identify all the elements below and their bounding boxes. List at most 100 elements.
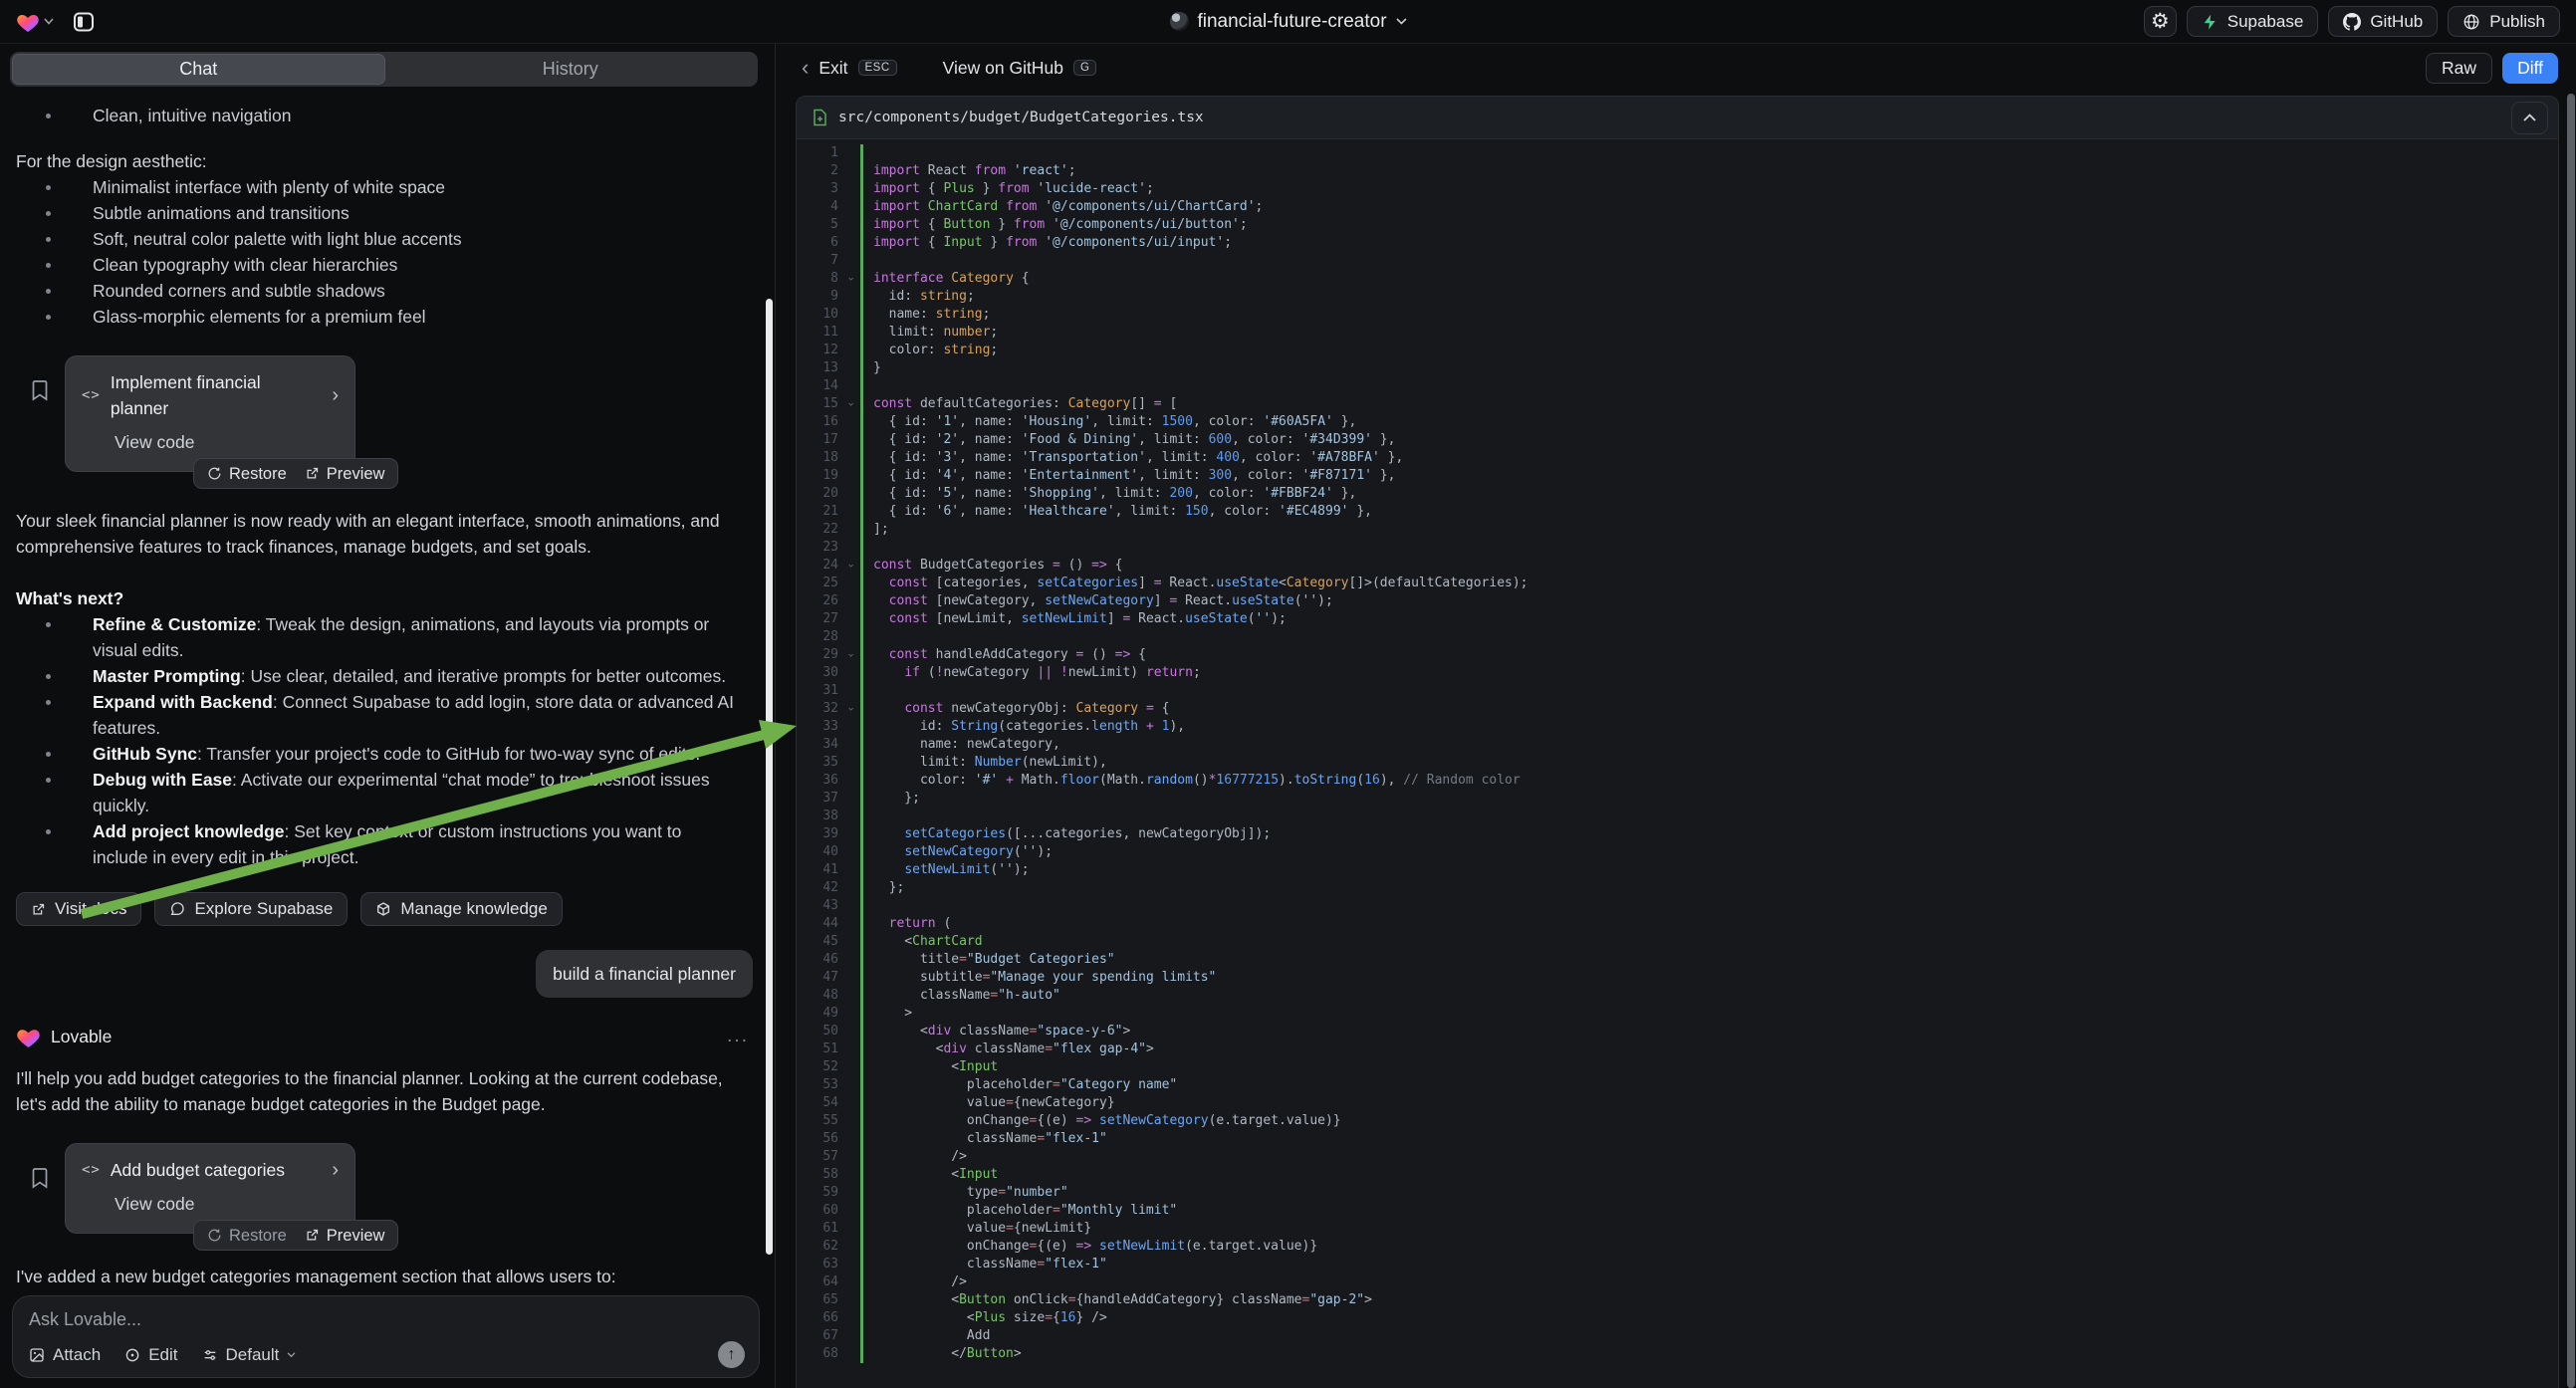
list-item: Debug with Ease: Activate our experiment… bbox=[16, 767, 741, 818]
code-line: 22]; bbox=[797, 521, 2558, 539]
publish-button[interactable]: Publish bbox=[2448, 6, 2560, 37]
edit-card-implement-financial-planner[interactable]: <> Implement financial planner › View co… bbox=[65, 355, 355, 472]
code-line: 68 </Button> bbox=[797, 1345, 2558, 1363]
code-panel: ‹ Exit ESC View on GitHub G Raw Diff src… bbox=[776, 44, 2576, 1388]
collapse-file-button[interactable] bbox=[2511, 102, 2548, 134]
code-toolbar: ‹ Exit ESC View on GitHub G Raw Diff bbox=[776, 44, 2576, 92]
chevron-down-icon bbox=[44, 18, 54, 25]
whats-next-list: Refine & Customize: Tweak the design, an… bbox=[16, 611, 757, 870]
fold-chevron-icon[interactable]: › bbox=[842, 706, 860, 713]
list-item: Expand with Backend: Connect Supabase to… bbox=[16, 689, 741, 741]
list-item: Add project knowledge: Set key context o… bbox=[16, 818, 741, 870]
chat-history-tabs: Chat History bbox=[10, 52, 758, 87]
code-line: 54 value={newCategory} bbox=[797, 1094, 2558, 1112]
file-header[interactable]: src/components/budget/BudgetCategories.t… bbox=[797, 97, 2558, 139]
code-line: 11 limit: number; bbox=[797, 324, 2558, 342]
fold-chevron-icon[interactable]: › bbox=[842, 276, 860, 283]
edit-card-title: Add budget categories bbox=[111, 1157, 285, 1183]
code-line: 20 { id: '5', name: 'Shopping', limit: 2… bbox=[797, 485, 2558, 503]
code-line: 28 bbox=[797, 628, 2558, 646]
chevron-down-icon bbox=[1396, 18, 1407, 25]
list-item: Clean, intuitive navigation bbox=[16, 103, 753, 128]
more-options-icon[interactable]: ... bbox=[727, 1024, 749, 1049]
code-line: 30 if (!newCategory || !newLimit) return… bbox=[797, 664, 2558, 682]
exit-button[interactable]: Exit bbox=[819, 58, 847, 79]
fold-chevron-icon[interactable]: › bbox=[842, 652, 860, 659]
code-icon: <> bbox=[82, 382, 101, 408]
fold-chevron-icon[interactable]: › bbox=[842, 563, 860, 570]
manage-knowledge-button[interactable]: Manage knowledge bbox=[360, 892, 562, 926]
project-avatar bbox=[1169, 12, 1188, 31]
tab-chat[interactable]: Chat bbox=[12, 54, 385, 85]
code-line: 19 { id: '4', name: 'Entertainment', lim… bbox=[797, 467, 2558, 485]
github-button[interactable]: GitHub bbox=[2328, 6, 2438, 37]
code-line: 45 <ChartCard bbox=[797, 933, 2558, 951]
code-line: 15›const defaultCategories: Category[] =… bbox=[797, 395, 2558, 413]
bookmark-icon[interactable] bbox=[30, 379, 50, 472]
code-line: 48 className="h-auto" bbox=[797, 987, 2558, 1005]
chat-scrollbar[interactable] bbox=[766, 299, 773, 1255]
send-button[interactable]: ↑ bbox=[718, 1341, 745, 1368]
code-line: 60 placeholder="Monthly limit" bbox=[797, 1202, 2558, 1220]
esc-kbd-badge: ESC bbox=[858, 60, 897, 76]
code-line: 42 }; bbox=[797, 879, 2558, 897]
code-line: 39 setCategories([...categories, newCate… bbox=[797, 825, 2558, 843]
sliders-icon bbox=[202, 1347, 218, 1363]
code-line: 57 /> bbox=[797, 1148, 2558, 1166]
file-path: src/components/budget/BudgetCategories.t… bbox=[838, 110, 1204, 125]
panel-layout-icon bbox=[73, 11, 95, 33]
code-line: 47 subtitle="Manage your spending limits… bbox=[797, 969, 2558, 987]
chevron-left-icon: ‹ bbox=[802, 57, 809, 79]
code-line: 18 { id: '3', name: 'Transportation', li… bbox=[797, 449, 2558, 467]
code-line: 34 name: newCategory, bbox=[797, 736, 2558, 754]
code-line: 49 > bbox=[797, 1005, 2558, 1023]
code-line: 2import React from 'react'; bbox=[797, 162, 2558, 180]
code-line: 56 className="flex-1" bbox=[797, 1130, 2558, 1148]
project-switcher[interactable]: financial-future-creator bbox=[1169, 0, 1406, 43]
edit-card-title: Implement financial planner bbox=[111, 369, 312, 421]
model-selector[interactable]: Default bbox=[202, 1345, 297, 1365]
edit-card-add-budget-categories[interactable]: <> Add budget categories › View code Res… bbox=[65, 1143, 355, 1234]
code-scrollbar[interactable] bbox=[2567, 94, 2575, 1388]
visit-docs-button[interactable]: Visit docs bbox=[16, 892, 141, 926]
code-line: 41 setNewLimit(''); bbox=[797, 861, 2558, 879]
chat-panel: Chat History Clean, intuitive navigation… bbox=[0, 44, 776, 1388]
list-item: GitHub Sync: Transfer your project's cod… bbox=[16, 741, 741, 767]
preview-button[interactable]: Preview bbox=[296, 1223, 394, 1249]
settings-button[interactable]: ⚙ bbox=[2144, 6, 2177, 37]
view-on-github-button[interactable]: View on GitHub bbox=[943, 58, 1063, 79]
tab-history[interactable]: History bbox=[385, 54, 757, 85]
lovable-heart-icon bbox=[16, 1026, 41, 1048]
list-item: Refine & Customize: Tweak the design, an… bbox=[16, 611, 741, 663]
code-line: 7 bbox=[797, 252, 2558, 270]
code-line: 37 }; bbox=[797, 790, 2558, 808]
target-icon bbox=[124, 1347, 140, 1363]
code-line: 14 bbox=[797, 377, 2558, 395]
view-code-link[interactable]: View code bbox=[115, 429, 339, 455]
raw-button[interactable]: Raw bbox=[2426, 53, 2492, 84]
sidebar-toggle-button[interactable] bbox=[68, 6, 100, 38]
code-icon: <> bbox=[82, 1157, 101, 1183]
chat-input-box[interactable]: Ask Lovable... Attach Edit Default ↑ bbox=[12, 1295, 760, 1378]
assistant-header: Lovable ... bbox=[16, 1024, 757, 1049]
view-code-link[interactable]: View code bbox=[115, 1191, 339, 1217]
fold-chevron-icon[interactable]: › bbox=[842, 401, 860, 408]
chat-input[interactable]: Ask Lovable... bbox=[29, 1309, 743, 1330]
bookmark-icon[interactable] bbox=[30, 1167, 50, 1234]
restore-button[interactable]: Restore bbox=[198, 461, 296, 487]
edit-mode-button[interactable]: Edit bbox=[124, 1345, 177, 1365]
code-line: 58 <Input bbox=[797, 1166, 2558, 1184]
explore-supabase-button[interactable]: Explore Supabase bbox=[154, 892, 348, 926]
attach-button[interactable]: Attach bbox=[29, 1345, 101, 1365]
supabase-button[interactable]: Supabase bbox=[2187, 6, 2319, 37]
project-name: financial-future-creator bbox=[1197, 11, 1386, 33]
assistant-paragraph: Your sleek financial planner is now read… bbox=[16, 508, 741, 560]
code-line: 35 limit: Number(newLimit), bbox=[797, 754, 2558, 772]
assistant-name: Lovable bbox=[51, 1024, 112, 1049]
preview-button[interactable]: Preview bbox=[296, 461, 394, 487]
image-icon bbox=[29, 1347, 45, 1363]
restore-button[interactable]: Restore bbox=[198, 1223, 296, 1249]
diff-button[interactable]: Diff bbox=[2502, 53, 2558, 84]
list-item: Glass-morphic elements for a premium fee… bbox=[16, 304, 753, 330]
lovable-logo-menu[interactable] bbox=[16, 11, 54, 33]
